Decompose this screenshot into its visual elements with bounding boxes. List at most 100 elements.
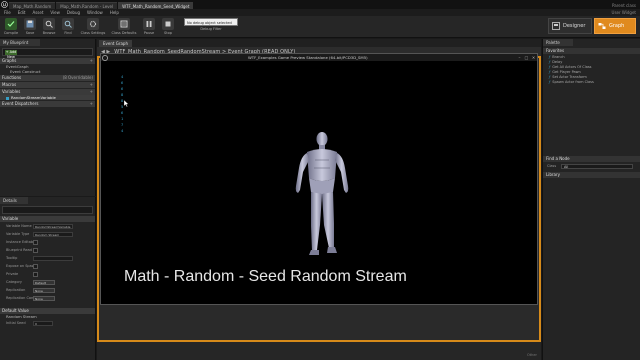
- my-blueprint-panel: My Blueprint + Add New Graphs + EventGrap…: [0, 39, 96, 196]
- property-label: Tooltip: [6, 256, 18, 260]
- property-row: Blueprint Read Only: [0, 246, 95, 254]
- save-button[interactable]: Save: [21, 17, 39, 37]
- property-checkbox[interactable]: [33, 247, 38, 253]
- window-controls: – □ ✕: [516, 55, 537, 60]
- favorites-list: ƒ Branch ƒ Delay ƒ Get All Actors Of Class ƒ Ge…: [543, 54, 640, 84]
- close-icon[interactable]: ✕: [530, 55, 537, 60]
- details-search-input[interactable]: [2, 206, 93, 214]
- browse-label: Browse: [42, 30, 56, 35]
- class-settings-button[interactable]: Class Settings: [78, 17, 108, 37]
- find-button[interactable]: Find: [59, 17, 77, 37]
- preview-title: WTF_Examples Game Preview Standalone (64…: [248, 55, 368, 60]
- property-label: Blueprint Read Only: [6, 248, 33, 252]
- add-new-button[interactable]: + Add New: [5, 49, 17, 59]
- class-defaults-button[interactable]: Class Defaults: [109, 17, 139, 37]
- initial-seed-input[interactable]: 0: [33, 320, 53, 326]
- my-blueprint-tab[interactable]: My Blueprint: [0, 39, 40, 46]
- property-row: Private: [0, 270, 95, 278]
- debug-filter: No debug object selected Debug Filter: [184, 17, 238, 36]
- property-dropdown[interactable]: None: [33, 287, 55, 293]
- property-label: Private: [6, 272, 19, 276]
- functions-section-header[interactable]: Functions (8 Overridable): [0, 75, 95, 81]
- doc-tab-widget[interactable]: WTF_Math_Random_Seed_Widget: [118, 2, 194, 9]
- property-input[interactable]: [33, 255, 73, 261]
- menu-bar: File Edit Asset View Debug Window Help U…: [0, 9, 640, 16]
- property-checkbox[interactable]: [33, 239, 38, 245]
- property-dropdown[interactable]: None: [33, 295, 55, 301]
- blueprint-search-input[interactable]: + Add New: [2, 48, 93, 59]
- property-input[interactable]: RandomStreamVariable: [33, 223, 73, 229]
- game-preview-window[interactable]: WTF_Examples Game Preview Standalone (64…: [100, 53, 538, 305]
- favorite-item-label: Set Actor Transform: [552, 74, 587, 79]
- function-icon: ƒ: [549, 69, 551, 74]
- property-input[interactable]: Random Stream: [33, 231, 73, 237]
- compile-button[interactable]: Compile: [2, 17, 20, 37]
- minimize-icon[interactable]: –: [516, 55, 523, 60]
- initial-seed-row: Initial Seed 0: [0, 319, 95, 327]
- event-dispatchers-section-header[interactable]: Event Dispatchers +: [0, 101, 95, 107]
- menu-help[interactable]: Help: [110, 10, 119, 15]
- doc-tab-level[interactable]: Map_Math.Random - Level: [56, 2, 118, 9]
- menu-asset[interactable]: Asset: [32, 10, 43, 15]
- property-checkbox[interactable]: [33, 263, 38, 269]
- property-checkbox[interactable]: [33, 271, 38, 277]
- mannequin-character: [295, 132, 349, 255]
- graph-icon: [598, 23, 606, 29]
- menu-file[interactable]: File: [4, 10, 11, 15]
- macros-header-label: Macros: [2, 82, 17, 87]
- class-defaults-label: Class Defaults: [111, 30, 137, 35]
- property-dropdown[interactable]: Default: [33, 279, 55, 285]
- graph-mode-button[interactable]: Graph: [594, 18, 636, 34]
- stop-button[interactable]: Stop: [159, 17, 177, 37]
- property-label: Category: [6, 280, 22, 284]
- stop-icon: [162, 17, 174, 30]
- event-graph-tab[interactable]: Event Graph: [99, 40, 132, 47]
- parent-class-label: Parent class: [611, 3, 636, 8]
- property-row: Replication ConditionNone: [0, 294, 95, 302]
- random-digit: 4: [121, 128, 124, 133]
- event-construct-item[interactable]: Event Construct: [0, 69, 95, 74]
- preview-caption: Math - Random - Seed Random Stream: [124, 268, 407, 285]
- menu-debug[interactable]: Debug: [67, 10, 80, 15]
- designer-mode-button[interactable]: Designer: [548, 18, 592, 34]
- graph-tab-row: Event Graph: [97, 39, 541, 47]
- graph-label: Graph: [609, 23, 625, 29]
- function-icon: ƒ: [549, 74, 551, 79]
- property-label: Replication: [6, 288, 26, 292]
- save-icon: [24, 17, 36, 30]
- details-panel: Details Variable Variable Name RandomStre…: [0, 197, 96, 360]
- variable-properties: Variable Name RandomStreamVariable Variabl…: [0, 222, 95, 302]
- menu-view[interactable]: View: [50, 10, 60, 15]
- add-variable-icon[interactable]: +: [90, 89, 93, 95]
- add-dispatcher-icon[interactable]: +: [90, 101, 93, 107]
- favorite-item-label: Get Player Pawn: [552, 69, 581, 74]
- details-tab[interactable]: Details: [0, 197, 28, 204]
- doc-tab-map[interactable]: Map_Math.Random: [9, 2, 56, 9]
- macros-section-header[interactable]: Macros +: [0, 82, 95, 88]
- menu-edit[interactable]: Edit: [18, 10, 26, 15]
- library-section-header[interactable]: Library: [543, 172, 640, 178]
- menu-window[interactable]: Window: [87, 10, 103, 15]
- compile-icon: [5, 17, 17, 30]
- variable-item[interactable]: RandomStreamVariable: [0, 95, 95, 100]
- parent-class-value: User Widget: [611, 10, 636, 15]
- class-filter-select[interactable]: All: [561, 163, 633, 169]
- class-settings-label: Class Settings: [80, 30, 106, 35]
- unreal-preview-logo-icon: [101, 54, 108, 61]
- add-macro-icon[interactable]: +: [90, 82, 93, 88]
- pause-label: Pause: [143, 30, 155, 35]
- browse-icon: [43, 17, 55, 30]
- pause-button[interactable]: Pause: [140, 17, 158, 37]
- add-graph-icon[interactable]: +: [90, 58, 93, 64]
- class-filter-label: Class: [547, 164, 557, 168]
- functions-count: (8 Overridable): [62, 75, 93, 80]
- property-row: Instance Editable: [0, 238, 95, 246]
- function-icon: ƒ: [549, 79, 551, 84]
- mouse-cursor-icon: [124, 100, 129, 107]
- debug-object-select[interactable]: No debug object selected: [184, 17, 238, 26]
- initial-seed-label: Initial Seed: [6, 321, 26, 325]
- palette-tab[interactable]: Palette: [543, 39, 573, 46]
- browse-button[interactable]: Browse: [40, 17, 58, 37]
- maximize-icon[interactable]: □: [523, 55, 530, 60]
- compile-label: Compile: [3, 30, 19, 35]
